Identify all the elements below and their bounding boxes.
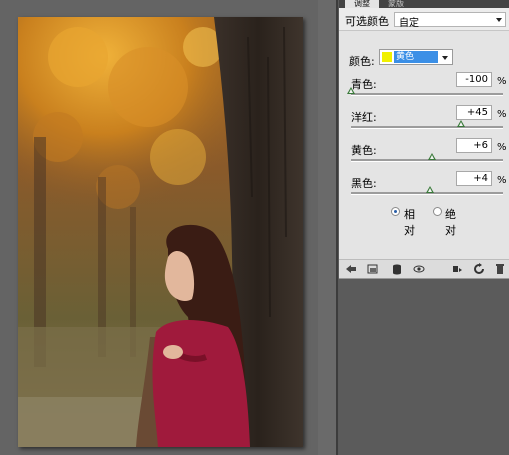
clip-layer-icon[interactable] — [367, 263, 379, 275]
canvas-scroll-region — [318, 0, 337, 455]
photo-illustration — [18, 17, 303, 447]
black-value-field[interactable]: +4 — [456, 171, 492, 186]
percent-sign: % — [497, 175, 507, 186]
cyan-value-field[interactable]: -100 — [456, 72, 492, 87]
magenta-slider-track[interactable] — [351, 126, 503, 129]
colors-label: 颜色: — [349, 55, 375, 68]
tab-adjustments[interactable]: 调整 — [345, 0, 379, 8]
colors-dropdown[interactable]: 黄色 — [379, 49, 453, 65]
relative-radio[interactable] — [391, 207, 400, 216]
percent-sign: % — [497, 142, 507, 153]
panel-tab-bar: 调整 蒙版 — [339, 0, 509, 8]
yellow-label: 黄色: — [351, 144, 377, 157]
visibility-eye-icon[interactable] — [413, 263, 425, 275]
absolute-radio[interactable] — [433, 207, 442, 216]
black-label: 黑色: — [351, 177, 377, 190]
yellow-value-field[interactable]: +6 — [456, 138, 492, 153]
panel-title: 可选颜色 — [345, 15, 389, 28]
chevron-down-icon — [496, 18, 502, 22]
reset-icon[interactable] — [473, 263, 485, 275]
canvas-area[interactable] — [0, 0, 338, 455]
absolute-label[interactable]: 绝对 — [445, 206, 456, 238]
layer-mask-icon[interactable] — [391, 263, 403, 275]
black-slider-row: 黑色: +4 % — [339, 171, 509, 209]
document-image[interactable] — [18, 17, 303, 447]
panel-header: 可选颜色 自定 — [339, 8, 509, 31]
view-previous-icon[interactable] — [451, 263, 463, 275]
magenta-slider-thumb[interactable] — [457, 120, 466, 127]
preset-dropdown[interactable]: 自定 — [394, 12, 506, 29]
black-slider-thumb[interactable] — [426, 186, 435, 193]
percent-sign: % — [497, 76, 507, 87]
canvas-divider — [336, 0, 338, 455]
preset-value: 自定 — [399, 18, 419, 29]
cyan-slider-track[interactable] — [351, 93, 503, 96]
back-arrow-icon[interactable] — [345, 263, 357, 275]
tab-masks[interactable]: 蒙版 — [381, 0, 411, 8]
magenta-label: 洋红: — [351, 111, 377, 124]
color-swatch — [382, 52, 392, 62]
yellow-slider-thumb[interactable] — [427, 153, 436, 160]
cyan-slider-thumb[interactable] — [347, 87, 355, 94]
percent-sign: % — [497, 109, 507, 120]
adjustments-panel: 调整 蒙版 可选颜色 自定 颜色: 黄色 青色: -100 % 洋红: +45 … — [339, 0, 509, 455]
trash-icon[interactable] — [494, 263, 506, 275]
magenta-value-field[interactable]: +45 — [456, 105, 492, 120]
relative-label[interactable]: 相对 — [404, 206, 415, 238]
colors-value: 黄色 — [394, 51, 438, 63]
panel-bottom-toolbar — [339, 260, 509, 279]
panel-empty-area — [339, 279, 509, 455]
chevron-down-icon — [442, 56, 448, 60]
